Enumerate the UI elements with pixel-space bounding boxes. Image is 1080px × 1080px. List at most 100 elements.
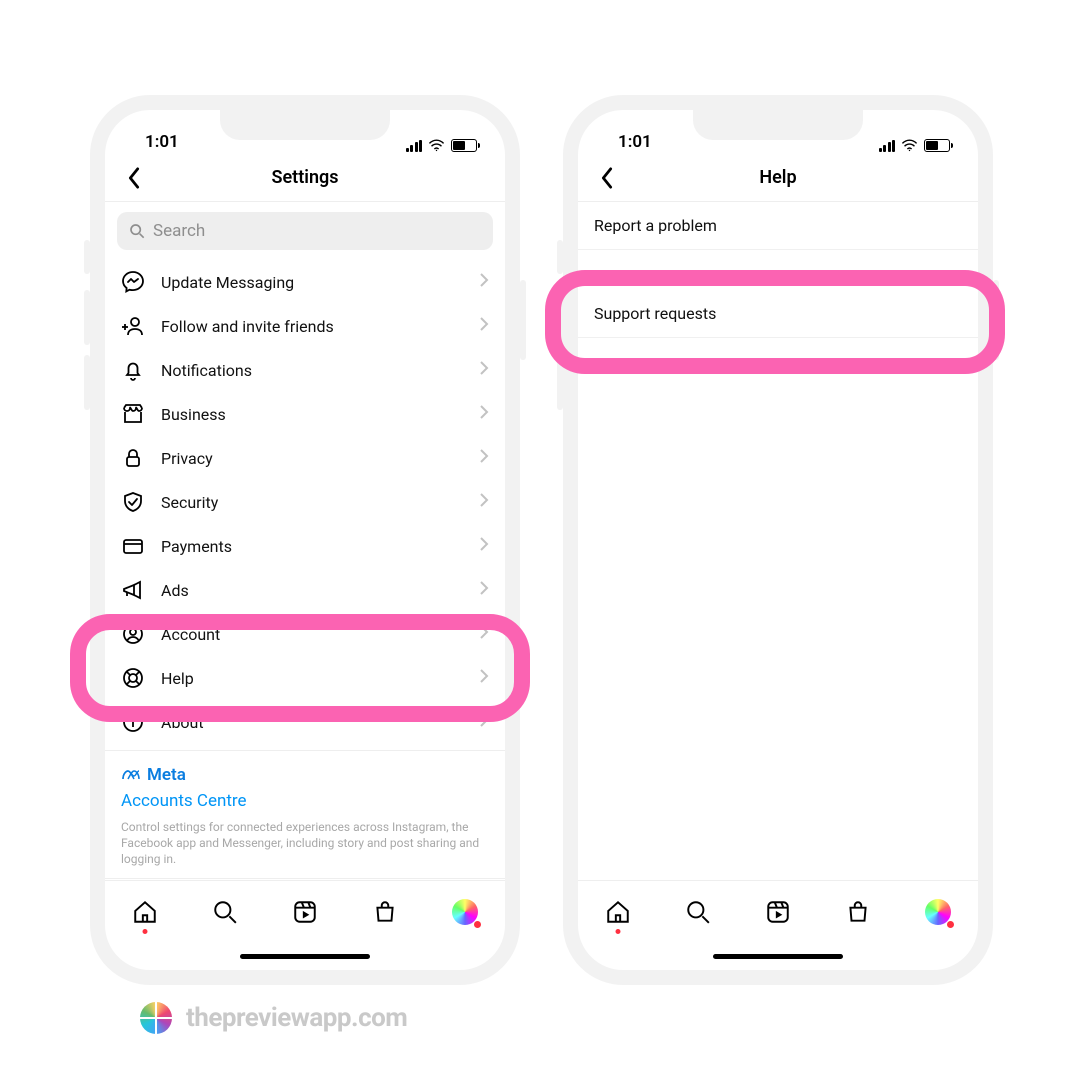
watermark-logo — [140, 1002, 172, 1034]
chevron-right-icon — [479, 492, 489, 512]
back-button[interactable] — [592, 163, 622, 193]
screen: 1:01 Help Report a problem — [578, 110, 978, 970]
phone-settings: 1:01 Settings — [90, 95, 520, 985]
tab-shop[interactable] — [844, 898, 872, 926]
accounts-centre-link[interactable]: Accounts Centre — [121, 791, 489, 811]
store-icon — [121, 402, 145, 426]
row-help[interactable]: Help — [105, 656, 505, 700]
row-ads[interactable]: Ads — [105, 568, 505, 612]
row-label: Payments — [161, 537, 463, 556]
search-input[interactable]: Search — [117, 212, 493, 250]
divider — [105, 878, 505, 879]
shield-icon — [121, 490, 145, 514]
chevron-right-icon — [479, 316, 489, 336]
lock-icon — [121, 446, 145, 470]
tab-shop[interactable] — [371, 898, 399, 926]
home-indicator[interactable] — [105, 942, 505, 970]
row-label: About — [161, 713, 463, 732]
tab-bar — [578, 880, 978, 942]
meta-block: Meta Accounts Centre Control settings fo… — [105, 759, 505, 878]
phone-frame: 1:01 Help Report a problem — [563, 95, 993, 985]
notch — [693, 110, 863, 140]
status-right — [406, 139, 478, 152]
meta-description: Control settings for connected experienc… — [121, 819, 489, 868]
phone-frame: 1:01 Settings — [90, 95, 520, 985]
watermark-text: thepreviewapp.com — [186, 1003, 407, 1033]
tab-profile[interactable] — [451, 898, 479, 926]
chevron-right-icon — [479, 360, 489, 380]
row-report-problem[interactable]: Report a problem — [578, 202, 978, 250]
nav-header: Settings — [105, 154, 505, 202]
messenger-icon — [121, 270, 145, 294]
lifebuoy-icon — [121, 666, 145, 690]
side-button — [993, 280, 999, 360]
side-button — [520, 280, 526, 360]
gap — [578, 250, 978, 290]
info-icon — [121, 710, 145, 734]
back-button[interactable] — [119, 163, 149, 193]
row-business[interactable]: Business — [105, 392, 505, 436]
tab-reels[interactable] — [764, 898, 792, 926]
bell-icon — [121, 358, 145, 382]
status-right — [879, 139, 951, 152]
row-label: Ads — [161, 581, 463, 600]
row-support-requests[interactable]: Support requests — [578, 290, 978, 338]
status-time: 1:01 — [145, 132, 179, 152]
row-label: Privacy — [161, 449, 463, 468]
battery-icon — [924, 139, 950, 152]
add-user-icon — [121, 314, 145, 338]
row-label: Follow and invite friends — [161, 317, 463, 336]
row-label: Report a problem — [594, 216, 962, 235]
nav-header: Help — [578, 154, 978, 202]
wifi-icon — [901, 139, 918, 152]
row-account[interactable]: Account — [105, 612, 505, 656]
user-icon — [121, 622, 145, 646]
row-label: Account — [161, 625, 463, 644]
avatar — [452, 899, 478, 925]
card-icon — [121, 534, 145, 558]
row-update-messaging[interactable]: Update Messaging — [105, 260, 505, 304]
megaphone-icon — [121, 578, 145, 602]
chevron-right-icon — [479, 404, 489, 424]
row-label: Support requests — [594, 304, 962, 323]
row-label: Security — [161, 493, 463, 512]
phone-help: 1:01 Help Report a problem — [563, 95, 993, 985]
wifi-icon — [428, 139, 445, 152]
row-about[interactable]: About — [105, 700, 505, 744]
search-wrap: Search — [105, 202, 505, 260]
tab-home[interactable] — [604, 898, 632, 926]
tab-search[interactable] — [684, 898, 712, 926]
tab-profile[interactable] — [924, 898, 952, 926]
tab-bar — [105, 880, 505, 942]
row-payments[interactable]: Payments — [105, 524, 505, 568]
divider — [105, 750, 505, 751]
page-title: Settings — [105, 167, 505, 188]
row-security[interactable]: Security — [105, 480, 505, 524]
chevron-right-icon — [479, 580, 489, 600]
status-time: 1:01 — [618, 132, 652, 152]
row-follow-invite[interactable]: Follow and invite friends — [105, 304, 505, 348]
meta-brand: Meta — [147, 765, 186, 785]
watermark: thepreviewapp.com — [140, 1002, 407, 1034]
row-label: Business — [161, 405, 463, 424]
row-label: Notifications — [161, 361, 463, 380]
cellular-icon — [406, 140, 423, 152]
row-privacy[interactable]: Privacy — [105, 436, 505, 480]
chevron-right-icon — [479, 712, 489, 732]
chevron-right-icon — [479, 448, 489, 468]
settings-list: Update Messaging Follow and invite frien… — [105, 260, 505, 744]
stage: 1:01 Settings — [0, 0, 1080, 1080]
notch — [220, 110, 390, 140]
tab-reels[interactable] — [291, 898, 319, 926]
tab-search[interactable] — [211, 898, 239, 926]
cellular-icon — [879, 140, 896, 152]
row-notifications[interactable]: Notifications — [105, 348, 505, 392]
chevron-right-icon — [479, 668, 489, 688]
battery-icon — [451, 139, 477, 152]
tab-home[interactable] — [131, 898, 159, 926]
chevron-right-icon — [479, 536, 489, 556]
chevron-right-icon — [479, 624, 489, 644]
meta-logo: Meta — [121, 765, 489, 785]
search-placeholder: Search — [153, 221, 205, 241]
home-indicator[interactable] — [578, 942, 978, 970]
